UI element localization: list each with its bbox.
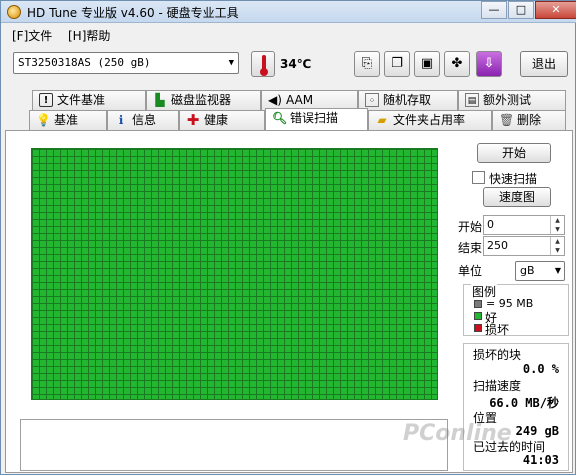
- save-icon: ▣: [420, 56, 434, 71]
- tab-health[interactable]: ✚ 健康: [179, 110, 265, 130]
- speed-map-button[interactable]: 速度图: [483, 187, 551, 207]
- position-label: 位置: [473, 411, 498, 425]
- unit-label: 单位: [458, 264, 483, 278]
- thermometer-icon: [251, 51, 275, 77]
- window-title: HD Tune 专业版 v4.60 - 硬盘专业工具: [27, 6, 239, 20]
- extra-test-icon: ▤: [465, 93, 479, 107]
- trash-icon: 🗑︎: [499, 113, 515, 127]
- benchmark-icon: 💡: [36, 113, 51, 127]
- start-input[interactable]: 0 ▲ ▼: [483, 215, 565, 235]
- drive-select[interactable]: ST3250318AS (250 gB) ▼: [13, 52, 239, 74]
- block-map: [31, 148, 438, 400]
- tab-info[interactable]: ℹ 信息: [107, 110, 179, 130]
- save-button[interactable]: ▣: [414, 51, 440, 77]
- legend-bad-label: 损坏: [485, 323, 510, 337]
- copy-screenshot-icon: ❐: [391, 56, 403, 71]
- checkbox-box[interactable]: [472, 171, 485, 184]
- title-bar: HD Tune 专业版 v4.60 - 硬盘专业工具 — □ ✕: [1, 1, 576, 23]
- spinner-arrows-icon[interactable]: ▲ ▼: [550, 216, 564, 234]
- error-scan-panel: 开始 快速扫描 速度图 开始 0 ▲ ▼ 结束 250 ▲ ▼ 单位 gB ▼ 图例…: [5, 130, 573, 473]
- exit-button[interactable]: 退出: [520, 51, 568, 77]
- info-icon: ℹ: [118, 113, 124, 127]
- spinner-arrows-icon[interactable]: ▲ ▼: [550, 237, 564, 255]
- speaker-icon: ◀): [268, 93, 282, 107]
- end-label: 结束: [458, 241, 483, 255]
- tab-file-benchmark[interactable]: ! 文件基准: [32, 90, 146, 110]
- legend-block-swatch: [474, 300, 482, 308]
- copy-screenshot-button[interactable]: ❐: [384, 51, 410, 77]
- stats-group: 损坏的块 0.0 % 扫描速度 66.0 MB/秒 位置 249 gB 已过去的…: [463, 343, 569, 471]
- legend-good-swatch: [474, 312, 482, 320]
- tab-disk-monitor[interactable]: ▙ 磁盘监视器: [146, 90, 261, 110]
- tab-delete[interactable]: 🗑︎ 删除: [492, 110, 566, 130]
- menu-help[interactable]: [H]帮助: [68, 27, 110, 44]
- folder-icon: ▰: [377, 113, 387, 127]
- chevron-down-icon: ▼: [554, 266, 561, 275]
- temperature-readout: 34℃: [280, 57, 312, 71]
- bad-blocks-value: 0.0 %: [522, 362, 559, 376]
- options-button[interactable]: ✤: [444, 51, 470, 77]
- scan-speed-value: 66.0 MB/秒: [489, 396, 559, 410]
- end-input[interactable]: 250 ▲ ▼: [483, 236, 565, 256]
- download-icon: ⇩: [483, 56, 495, 71]
- legend-bad-swatch: [474, 324, 482, 332]
- health-icon: ✚: [186, 111, 200, 129]
- menu-bar: [F]文件 [H]帮助: [1, 24, 576, 44]
- start-scan-button[interactable]: 开始: [477, 143, 551, 163]
- toolbar: ST3250318AS (250 gB) ▼ 34℃ ⎘ ❐ ▣ ✤ ⇩ 退出: [1, 45, 576, 85]
- tab-random-access[interactable]: ⁘ 随机存取: [358, 90, 458, 110]
- maximize-button[interactable]: □: [508, 1, 534, 19]
- tab-benchmark[interactable]: 💡 基准: [29, 110, 107, 130]
- options-icon: ✤: [451, 56, 463, 71]
- log-box[interactable]: [20, 419, 448, 471]
- tab-aam[interactable]: ◀) AAM: [261, 90, 358, 110]
- tab-folder-usage[interactable]: ▰ 文件夹占用率: [368, 110, 492, 130]
- position-value: 249 gB: [515, 424, 559, 438]
- download-button[interactable]: ⇩: [476, 51, 502, 77]
- minimize-button[interactable]: —: [481, 1, 507, 19]
- elapsed-value: 41:03: [522, 453, 559, 467]
- tab-error-scan[interactable]: 🔍︎ 错误扫描: [265, 108, 368, 130]
- file-benchmark-icon: !: [39, 93, 53, 107]
- monitor-icon: ▙: [155, 93, 165, 107]
- copy-text-icon: ⎘: [361, 56, 373, 71]
- random-icon: ⁘: [365, 93, 379, 107]
- start-label: 开始: [458, 220, 483, 234]
- copy-text-button[interactable]: ⎘: [354, 51, 380, 77]
- app-window: HD Tune 专业版 v4.60 - 硬盘专业工具 — □ ✕ [F]文件 […: [0, 0, 576, 475]
- legend-group: 图例 = 95 MB 好 损坏: [463, 283, 569, 337]
- chevron-down-icon: ▼: [228, 58, 234, 68]
- hd-tune-app-icon: [7, 5, 21, 19]
- scan-speed-label: 扫描速度: [473, 379, 522, 393]
- menu-file[interactable]: [F]文件: [12, 27, 52, 44]
- drive-select-value: ST3250318AS (250 gB): [18, 56, 151, 69]
- magnifier-icon: 🔍︎: [272, 111, 288, 125]
- unit-select[interactable]: gB ▼: [515, 261, 565, 281]
- quick-scan-label: 快速扫描: [489, 172, 538, 186]
- tab-extra-tests[interactable]: ▤ 额外测试: [458, 90, 566, 110]
- close-button[interactable]: ✕: [535, 1, 576, 19]
- bad-blocks-label: 损坏的块: [473, 348, 522, 362]
